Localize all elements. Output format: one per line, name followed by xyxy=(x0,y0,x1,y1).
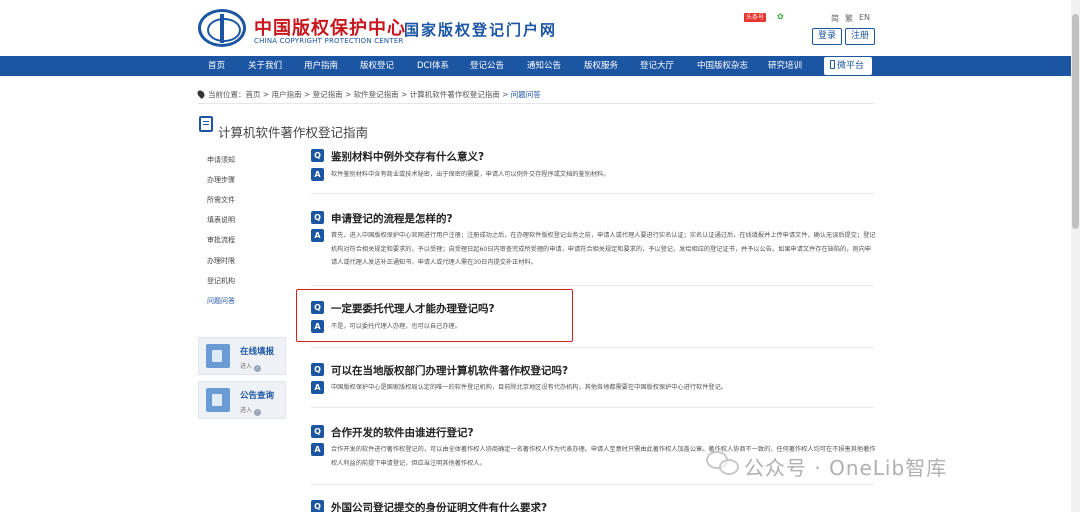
nav-wechat-platform[interactable]: 微平台 xyxy=(824,57,872,75)
question-text: 可以在当地版权部门办理计算机软件著作权登记吗? xyxy=(331,365,569,377)
breadcrumb-current: 问题问答 xyxy=(510,90,541,99)
nav-about[interactable]: 关于我们 xyxy=(248,56,282,76)
sidebar-item-time-limit[interactable]: 办理时限 xyxy=(207,256,235,266)
question-badge: Q xyxy=(311,363,324,376)
nav-wechat-label: 微平台 xyxy=(837,61,865,71)
logo-subtitle: CHINA COPYRIGHT PROTECTION CENTER xyxy=(254,37,404,45)
online-filing-enter[interactable]: 进入 › xyxy=(240,361,262,372)
sidebar-item-approval-process[interactable]: 审批流程 xyxy=(207,235,235,245)
notice-search-enter[interactable]: 进入 › xyxy=(240,405,262,416)
nav-announcements[interactable]: 通知公告 xyxy=(527,56,561,76)
sidebar-item-form-instructions[interactable]: 填表说明 xyxy=(207,215,235,225)
answer-text: 首先，进入中国版权保护中心官网进行用户注册；注册成功之后，在办理软件版权登记业务… xyxy=(331,232,876,266)
nav-copyright-services[interactable]: 版权服务 xyxy=(584,56,618,76)
page-title: 计算机软件著作权登记指南 xyxy=(218,125,369,140)
answer-badge: A xyxy=(311,320,324,333)
breadcrumb: 当前位置：首页 > 用户指南 > 登记指南 > 软件登记指南 > 计算机软件著作… xyxy=(196,89,541,100)
sidebar-item-steps[interactable]: 办理步骤 xyxy=(207,175,235,185)
question-badge: Q xyxy=(311,149,324,162)
nav-registration-notice[interactable]: 登记公告 xyxy=(470,56,504,76)
answer-text: 软件鉴别材料中含有商业或技术秘密，出于保密的需要，申请人可以例外交存程序或文档的… xyxy=(331,171,610,178)
notice-search-title: 公告查询 xyxy=(240,391,275,401)
question-badge: Q xyxy=(311,301,324,314)
divider xyxy=(311,193,874,194)
nav-copyright-registration[interactable]: 版权登记 xyxy=(360,56,394,76)
scrollbar-thumb[interactable] xyxy=(1072,14,1079,229)
online-filing-title: 在线填报 xyxy=(240,347,275,357)
phone-icon xyxy=(830,60,835,69)
question-text: 一定要委托代理人才能办理登记吗? xyxy=(331,303,495,315)
answer-text: 中国版权保护中心是国家版权局认定的唯一的软件登记机构，目前除北京地区设有代办机构… xyxy=(331,384,727,391)
question-badge: Q xyxy=(311,500,324,512)
portal-title: 国家版权登记门户网 xyxy=(404,21,558,39)
divider xyxy=(198,103,874,104)
question-text: 外国公司登记提交的身份证明文件有什么要求? xyxy=(331,502,548,512)
notice-search-card[interactable]: 公告查询 进入 › xyxy=(198,381,286,419)
toutiao-link[interactable]: 头条号 xyxy=(744,13,766,22)
question-badge: Q xyxy=(311,425,324,438)
answer-badge: A xyxy=(311,229,324,242)
logo-icon[interactable] xyxy=(198,9,246,47)
nav-magazine[interactable]: 中国版权杂志 xyxy=(697,56,748,76)
breadcrumb-prefix: 当前位置： xyxy=(208,90,246,99)
arrow-right-icon: › xyxy=(254,365,262,372)
sidebar-item-faq[interactable]: 问题问答 xyxy=(207,296,235,306)
question-badge: Q xyxy=(311,211,324,224)
nav-registration-hall[interactable]: 登记大厅 xyxy=(640,56,674,76)
answer-badge: A xyxy=(311,381,324,394)
divider xyxy=(311,285,874,286)
nav-dci-system[interactable]: DCI体系 xyxy=(417,56,449,76)
register-button[interactable]: 注册 xyxy=(845,28,876,45)
lang-simplified[interactable]: 简 xyxy=(831,13,839,24)
form-icon xyxy=(206,344,230,368)
sidebar-item-agency[interactable]: 登记机构 xyxy=(207,276,235,286)
lang-traditional[interactable]: 繁 xyxy=(845,13,853,24)
wechat-icon[interactable]: ✿ xyxy=(777,13,787,21)
main-nav: 首页 关于我们 用户指南 版权登记 DCI体系 登记公告 通知公告 版权服务 登… xyxy=(0,56,1080,76)
sidebar-item-required-docs[interactable]: 所需文件 xyxy=(207,195,235,205)
online-filing-card[interactable]: 在线填报 进入 › xyxy=(198,337,286,375)
page: 中国版权保护中心 CHINA COPYRIGHT PROTECTION CENT… xyxy=(0,0,1080,512)
nav-research-training[interactable]: 研究培训 xyxy=(768,56,802,76)
divider xyxy=(311,484,874,485)
login-button[interactable]: 登录 xyxy=(812,28,843,45)
search-document-icon xyxy=(206,388,230,412)
divider xyxy=(311,407,874,408)
question-text: 合作开发的软件由谁进行登记? xyxy=(331,427,474,439)
breadcrumb-path[interactable]: 首页 > 用户指南 > 登记指南 > 软件登记指南 > 计算机软件著作权登记指南… xyxy=(246,90,511,99)
answer-badge: A xyxy=(311,443,324,456)
arrow-right-icon: › xyxy=(254,409,262,416)
question-text: 鉴别材料中例外交存有什么意义? xyxy=(331,151,485,163)
nav-user-guide[interactable]: 用户指南 xyxy=(304,56,338,76)
answer-badge: A xyxy=(311,168,324,181)
sidebar-item-application-notes[interactable]: 申请须知 xyxy=(207,155,235,165)
wechat-watermark-icon xyxy=(706,451,740,477)
answer-text: 不是，可以委托代理人办理，也可以自己办理。 xyxy=(331,323,461,330)
lang-english[interactable]: EN xyxy=(859,13,870,22)
location-pin-icon xyxy=(196,89,206,99)
watermark-text: 公众号 · OneLib智库 xyxy=(744,456,948,480)
divider xyxy=(311,347,874,348)
nav-home[interactable]: 首页 xyxy=(208,56,225,76)
document-icon xyxy=(199,116,213,132)
question-text: 申请登记的流程是怎样的? xyxy=(331,213,453,225)
